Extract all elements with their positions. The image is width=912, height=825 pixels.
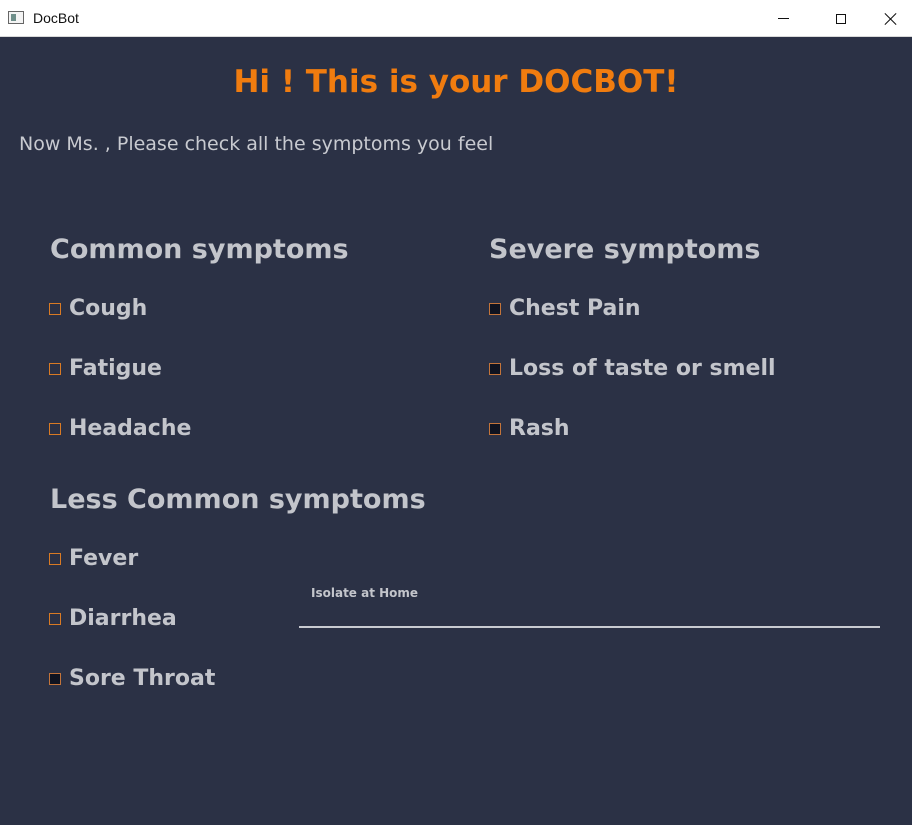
close-button[interactable]: [870, 0, 912, 37]
symptom-label: Chest Pain: [509, 296, 641, 321]
maximize-button[interactable]: [812, 0, 870, 37]
symptom-checkbox-chest-pain[interactable]: Chest Pain: [489, 296, 641, 321]
less-common-symptoms-title: Less Common symptoms: [50, 484, 426, 515]
checkbox-box[interactable]: [49, 672, 61, 685]
severe-symptoms-title: Severe symptoms: [489, 234, 761, 265]
checkbox-box[interactable]: [489, 362, 501, 375]
page-title: Hi ! This is your DOCBOT!: [233, 64, 679, 100]
window-app-icon: [8, 11, 24, 24]
window-title: DocBot: [33, 10, 79, 26]
common-symptoms-title: Common symptoms: [50, 234, 349, 265]
symptom-label: Fatigue: [69, 356, 162, 381]
symptom-label: Diarrhea: [69, 606, 177, 631]
symptom-checkbox-loss-of-taste-or-smell[interactable]: Loss of taste or smell: [489, 356, 776, 381]
symptom-label: Loss of taste or smell: [509, 356, 776, 381]
checkbox-box[interactable]: [49, 612, 61, 625]
checkbox-box[interactable]: [49, 552, 61, 565]
symptom-checkbox-rash[interactable]: Rash: [489, 416, 570, 441]
symptom-checkbox-fever[interactable]: Fever: [49, 546, 138, 571]
result-field[interactable]: [299, 606, 880, 628]
symptom-label: Headache: [69, 416, 192, 441]
symptom-checkbox-diarrhea[interactable]: Diarrhea: [49, 606, 177, 631]
checkbox-box[interactable]: [49, 302, 61, 315]
symptom-label: Cough: [69, 296, 148, 321]
title-bar: DocBot: [0, 0, 912, 37]
symptom-checkbox-cough[interactable]: Cough: [49, 296, 147, 321]
symptom-checkbox-sore-throat[interactable]: Sore Throat: [49, 666, 215, 691]
symptom-label: Sore Throat: [69, 666, 216, 691]
instruction-text: Now Ms. , Please check all the symptoms …: [19, 133, 494, 155]
result-label: Isolate at Home: [311, 586, 419, 600]
symptom-checkbox-fatigue[interactable]: Fatigue: [49, 356, 162, 381]
checkbox-box[interactable]: [489, 422, 501, 435]
symptom-checkbox-headache[interactable]: Headache: [49, 416, 191, 441]
close-icon: [884, 12, 898, 26]
symptom-label: Rash: [509, 416, 570, 441]
checkbox-box[interactable]: [489, 302, 501, 315]
maximize-icon: [836, 13, 846, 24]
minimize-button[interactable]: [754, 0, 812, 37]
checkbox-box[interactable]: [49, 422, 61, 435]
checkbox-box[interactable]: [49, 362, 61, 375]
minimize-icon: [777, 18, 789, 19]
symptom-label: Fever: [69, 546, 139, 571]
